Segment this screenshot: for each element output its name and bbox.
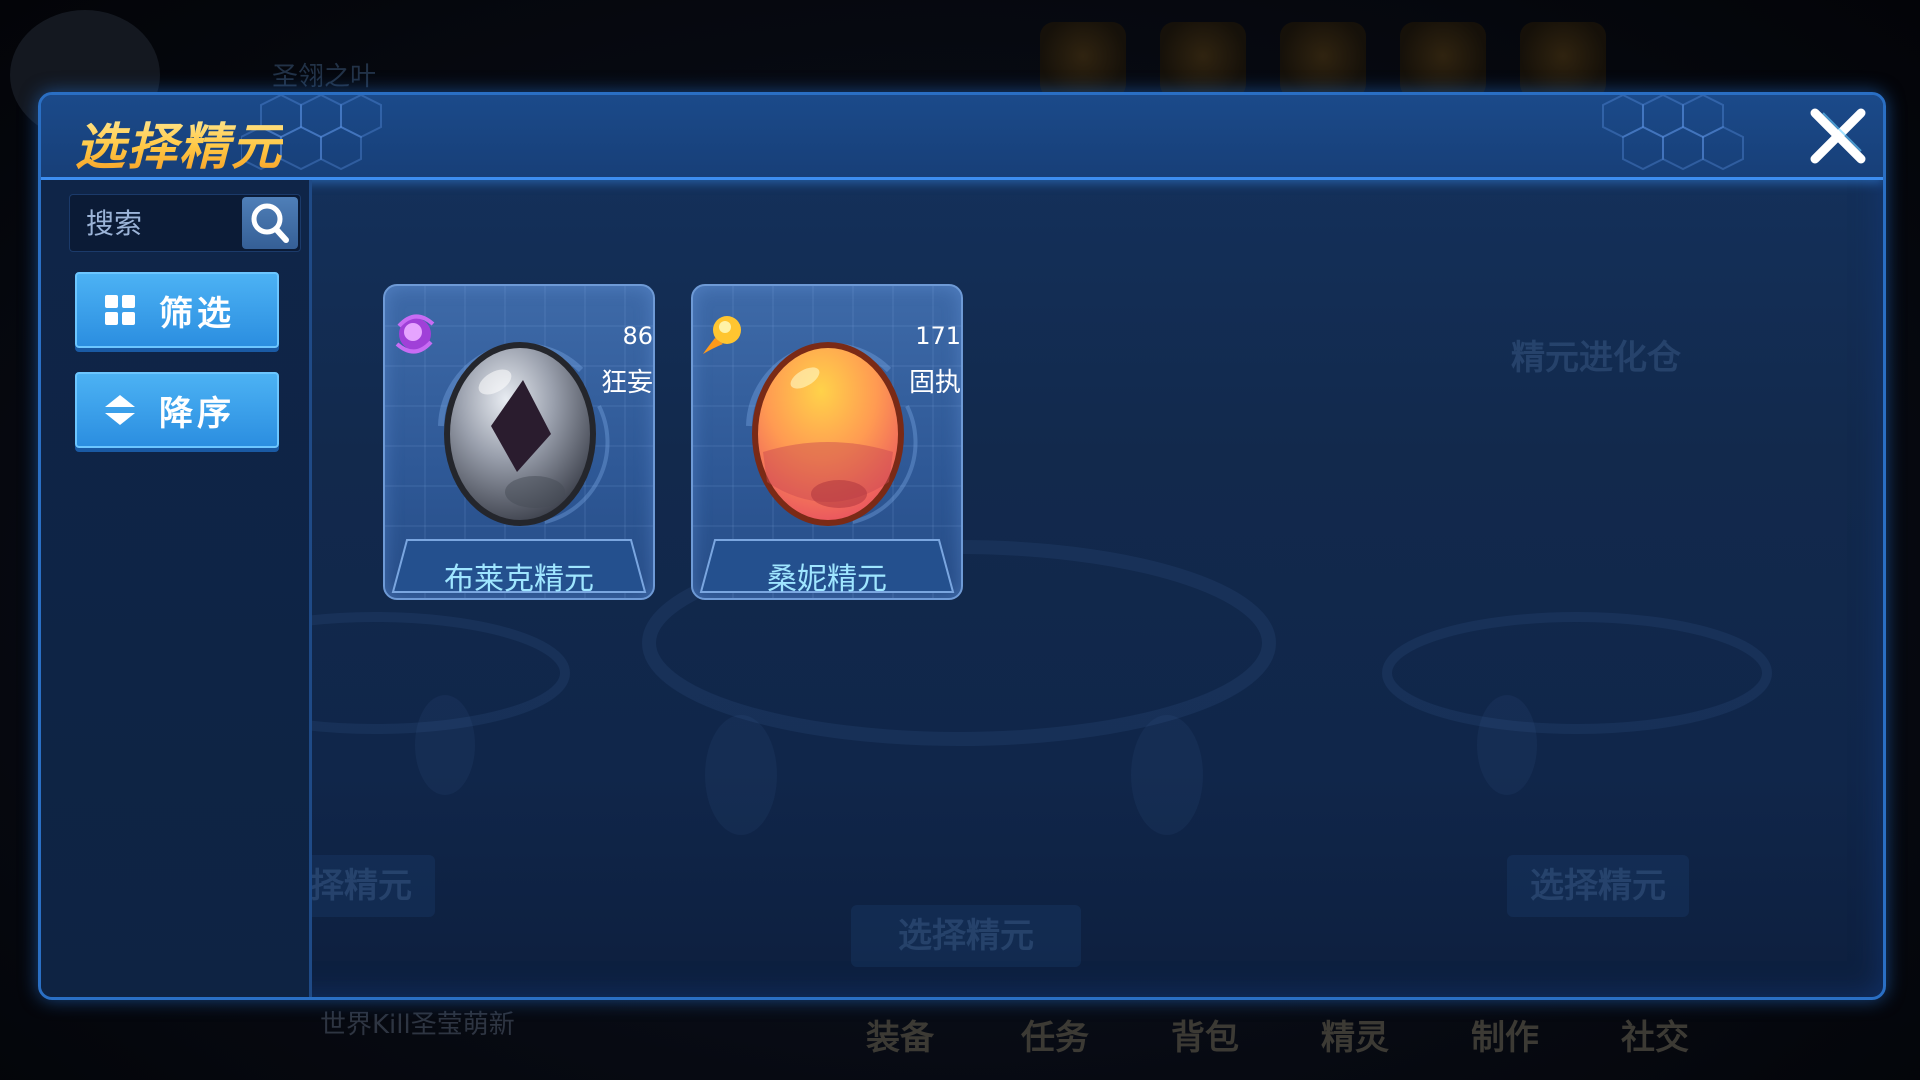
dialog-title: 选择精元 [75, 107, 283, 179]
card-level: 86 [622, 322, 653, 350]
bg-menu-icon [1160, 22, 1246, 98]
search-icon [251, 203, 289, 243]
bg-top-title: 圣翎之叶 [272, 62, 377, 92]
bg-tab: 社交 [1621, 1018, 1689, 1058]
grid-icon [105, 295, 135, 325]
card-frame: 86 狂妄 布莱克精元 [383, 284, 655, 600]
bg-tab: 制作 [1471, 1018, 1539, 1058]
close-x-icon [1810, 108, 1866, 164]
bg-menu-icon [1280, 22, 1366, 98]
purple-orb-icon [395, 314, 435, 354]
card-nature: 固执 [908, 368, 961, 398]
gray-egg-image [444, 342, 596, 526]
essence-card[interactable]: 171 固执 桑妮精元 [691, 284, 963, 600]
search-button[interactable] [242, 197, 298, 249]
filter-button[interactable]: 筛选 [75, 272, 279, 348]
card-nature: 狂妄 [600, 368, 653, 398]
search-box [69, 194, 301, 252]
bg-menu-icon [1040, 22, 1126, 98]
card-name: 布莱克精元 [444, 562, 594, 597]
essence-grid: 86 狂妄 布莱克精元 171 固执 桑妮精元 [312, 180, 1883, 997]
bg-tab: 精灵 [1321, 1018, 1389, 1058]
bg-menu-icon [1400, 22, 1486, 98]
essence-card[interactable]: 86 狂妄 布莱克精元 [383, 284, 655, 600]
select-essence-dialog: 选择精元 选择精元 选择精元 精元进化仓 选择精元 搜索 筛选 降序 86 狂妄… [38, 92, 1886, 1000]
orange-egg-image [752, 342, 904, 526]
card-name: 桑妮精元 [767, 562, 887, 597]
dialog-header: 选择精元 [41, 95, 1883, 180]
card-frame: 171 固执 桑妮精元 [691, 284, 963, 600]
game-screen: 圣翎之叶 世界Kill圣莹萌新 装备 任务 背包 精灵 制作 社交 选择精元 选… [0, 0, 1920, 1080]
hex-pattern-decoration [1602, 95, 1744, 171]
sort-button[interactable]: 降序 [75, 372, 279, 448]
yellow-comet-icon [703, 316, 741, 354]
search-input[interactable] [70, 195, 252, 251]
card-level: 171 [915, 322, 961, 350]
bg-menu-icon [1520, 22, 1606, 98]
bg-world-chat: 世界Kill圣莹萌新 [320, 1010, 515, 1040]
sidebar: 筛选 降序 [41, 180, 312, 997]
close-button[interactable] [1805, 103, 1871, 169]
bg-tab: 背包 [1171, 1018, 1239, 1058]
filter-label: 筛选 [159, 294, 235, 334]
bg-tab: 装备 [866, 1018, 934, 1058]
sort-label: 降序 [159, 394, 235, 434]
bg-tab: 任务 [1021, 1018, 1089, 1058]
sort-arrows-icon [105, 395, 135, 425]
